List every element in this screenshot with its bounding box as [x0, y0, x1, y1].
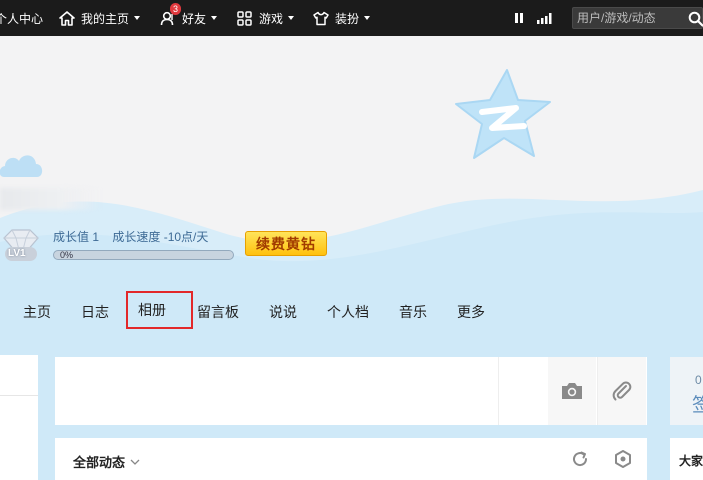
wave-background: [0, 190, 703, 286]
post-composer: [55, 357, 647, 425]
right-section-card: 大家: [670, 438, 703, 480]
friends-notification-badge: 3: [170, 3, 181, 15]
tab-blog[interactable]: 日志: [81, 290, 109, 334]
composer-input[interactable]: [67, 381, 487, 399]
friends-label: 好友: [182, 11, 207, 26]
upload-photo-button[interactable]: [548, 357, 596, 425]
grid-icon: [237, 10, 252, 26]
dressup-menu[interactable]: 装扮: [313, 0, 371, 36]
growth-progress-bar: 0%: [53, 250, 234, 260]
profile-banner: [0, 36, 703, 286]
growth-speed: 成长速度 -10点/天: [112, 230, 209, 244]
cloud-icon: [0, 155, 43, 177]
profile-navigation: 主页 日志 相册 留言板 说说 个人档 音乐 更多: [0, 290, 703, 334]
friends-menu[interactable]: 3 好友: [160, 0, 218, 36]
left-sidebar-panel: [0, 355, 38, 480]
growth-value: 成长值 1: [53, 230, 100, 244]
paperclip-icon: [612, 381, 632, 401]
dressup-label: 装扮: [335, 11, 360, 26]
camera-icon: [562, 383, 582, 399]
search-box: [572, 7, 703, 29]
personal-center-label: 个人中心: [0, 11, 44, 26]
pause-button[interactable]: [514, 0, 524, 36]
chevron-down-icon: [134, 16, 141, 20]
my-home-label: 我的主页: [81, 11, 130, 26]
chevron-down-icon: [288, 16, 295, 20]
checkin-count: 0: [695, 373, 702, 387]
signal-bars-icon: [537, 12, 552, 24]
tab-album[interactable]: 相册: [126, 291, 193, 329]
home-icon: [59, 10, 75, 26]
divider: [0, 395, 38, 396]
tab-home[interactable]: 主页: [23, 290, 51, 334]
feed-filter-dropdown[interactable]: 全部动态: [73, 452, 140, 471]
renew-yellow-diamond-button[interactable]: 续费黄钻: [245, 231, 327, 256]
level-label: LV1: [8, 248, 26, 259]
chevron-down-icon: [211, 16, 218, 20]
growth-info: 成长值 1 成长速度 -10点/天: [53, 228, 218, 245]
blurred-username: [0, 188, 100, 210]
checkin-label: 签: [692, 395, 703, 416]
attach-link-button[interactable]: [598, 357, 646, 425]
checkin-card[interactable]: 0 签: [670, 357, 703, 425]
tab-profile[interactable]: 个人档: [327, 290, 369, 334]
search-icon[interactable]: [688, 11, 703, 27]
signal-button[interactable]: [537, 0, 553, 36]
refresh-icon[interactable]: [571, 450, 589, 468]
search-input[interactable]: [577, 10, 677, 26]
tab-message-board[interactable]: 留言板: [197, 290, 239, 334]
tab-music[interactable]: 音乐: [399, 290, 427, 334]
top-navigation-bar: 个人中心 我的主页 3 好友 游戏 装扮: [0, 0, 703, 36]
divider: [498, 357, 499, 425]
personal-center-link[interactable]: 个人中心: [0, 0, 43, 36]
right-section-heading: 大家: [679, 454, 703, 468]
shirt-icon: [313, 11, 329, 25]
progress-text: 0%: [60, 250, 74, 260]
tab-more[interactable]: 更多: [457, 290, 485, 334]
tab-shuoshuo[interactable]: 说说: [269, 290, 297, 334]
feed-header: 全部动态: [55, 438, 647, 480]
settings-hexagon-icon[interactable]: [614, 450, 632, 468]
games-menu[interactable]: 游戏: [237, 0, 295, 36]
chevron-down-icon: [364, 16, 371, 20]
chevron-down-icon: [130, 459, 140, 465]
qzone-star-logo-icon: [455, 69, 551, 159]
feed-filter-label: 全部动态: [73, 455, 126, 470]
my-home-menu[interactable]: 我的主页: [59, 0, 141, 36]
games-label: 游戏: [259, 11, 284, 26]
pause-icon: [515, 13, 523, 23]
